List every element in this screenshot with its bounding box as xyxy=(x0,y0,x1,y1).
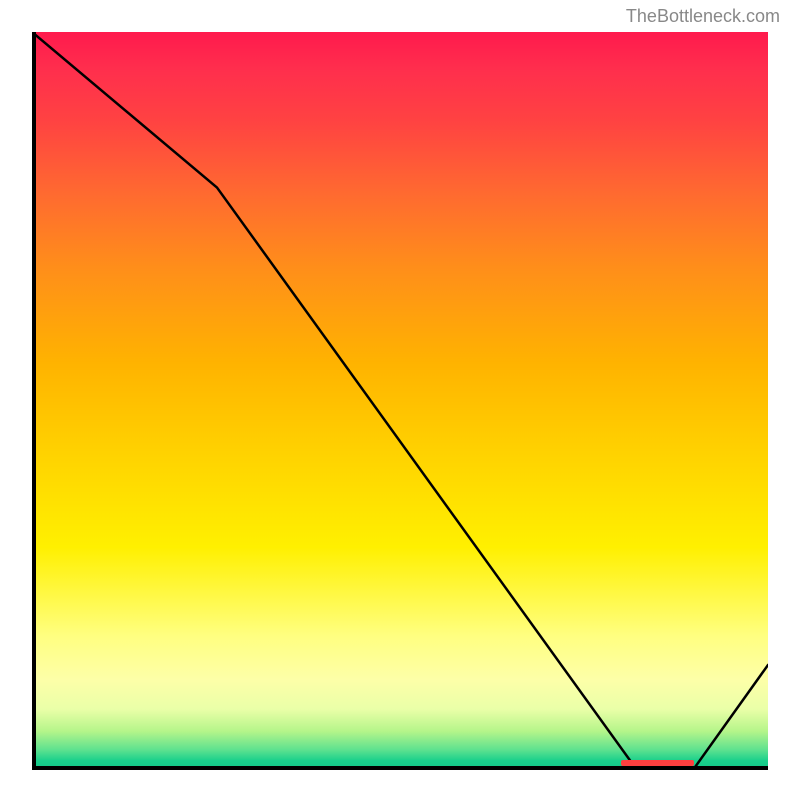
x-axis xyxy=(32,766,768,770)
plot-area xyxy=(32,32,768,768)
chart-container: TheBottleneck.com xyxy=(20,20,780,780)
y-axis xyxy=(32,32,36,768)
watermark-text: TheBottleneck.com xyxy=(626,6,780,27)
